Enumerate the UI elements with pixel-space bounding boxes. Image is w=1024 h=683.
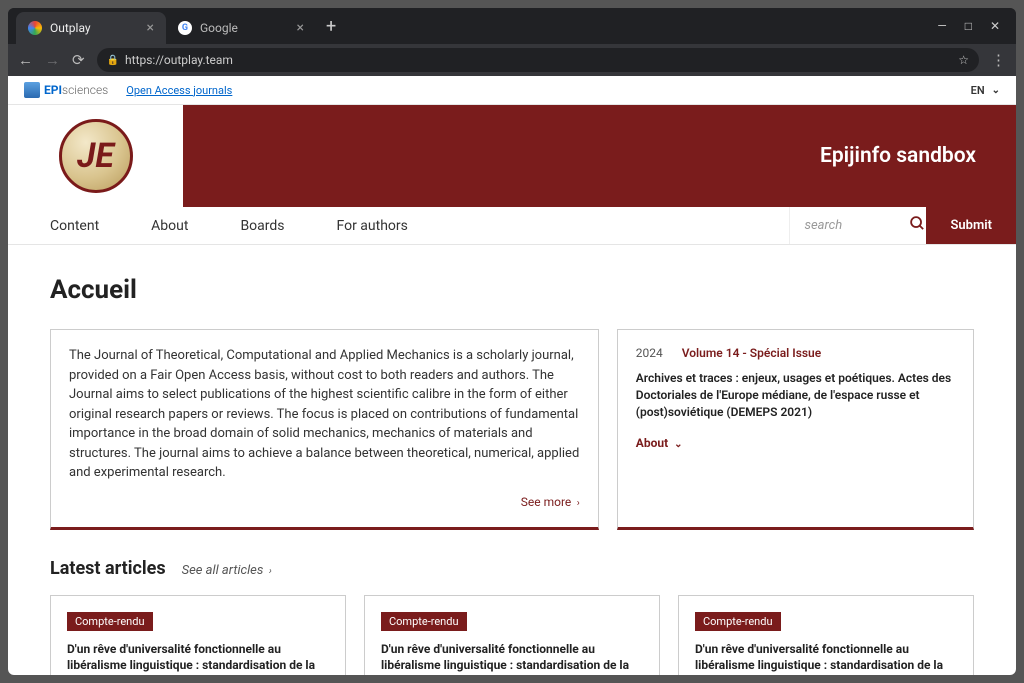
search-icon[interactable] bbox=[909, 215, 926, 236]
minimize-icon[interactable]: — bbox=[937, 19, 946, 33]
journal-intro-card: The Journal of Theoretical, Computationa… bbox=[50, 329, 599, 530]
language-switcher[interactable]: EN ⌄ bbox=[971, 84, 1000, 97]
article-card[interactable]: Compte-rendu D'un rêve d'universalité fo… bbox=[50, 595, 346, 676]
address-bar: ← → ⟳ 🔒 https://outplay.team ☆ ⋮ bbox=[8, 44, 1016, 76]
about-label: About bbox=[636, 436, 668, 450]
see-all-articles-link[interactable]: See all articles › bbox=[182, 563, 272, 578]
brand-prefix: EPI bbox=[44, 83, 62, 97]
article-card[interactable]: Compte-rendu D'un rêve d'universalité fo… bbox=[364, 595, 660, 676]
site-title: Epijinfo sandbox bbox=[820, 144, 976, 168]
forward-icon[interactable]: → bbox=[45, 51, 60, 69]
url-input[interactable]: 🔒 https://outplay.team ☆ bbox=[97, 48, 979, 72]
url-text: https://outplay.team bbox=[125, 53, 233, 67]
site-banner: JE Epijinfo sandbox bbox=[8, 105, 1016, 207]
page-title: Accueil bbox=[50, 275, 974, 305]
chevron-right-icon: › bbox=[266, 566, 271, 577]
submit-button[interactable]: Submit bbox=[926, 207, 1016, 244]
browser-tab-outplay[interactable]: Outplay × bbox=[16, 12, 166, 44]
chevron-down-icon: ⌄ bbox=[674, 439, 682, 450]
banner-title-area: Epijinfo sandbox bbox=[183, 105, 1016, 207]
episciences-logo[interactable]: EPIsciences bbox=[24, 82, 108, 98]
menu-icon[interactable]: ⋮ bbox=[991, 51, 1006, 69]
reload-icon[interactable]: ⟳ bbox=[72, 51, 85, 69]
chevron-down-icon: ⌄ bbox=[992, 85, 1000, 96]
volume-link[interactable]: Volume 14 - Spécial Issue bbox=[682, 346, 821, 360]
see-more-label: See more bbox=[521, 495, 572, 509]
top-utility-bar: EPIsciences Open Access journals EN ⌄ bbox=[8, 76, 1016, 105]
tab-title: Google bbox=[200, 21, 238, 35]
browser-tab-google[interactable]: G Google × bbox=[166, 12, 316, 44]
logo-container: JE bbox=[8, 105, 183, 207]
menu-for-authors[interactable]: For authors bbox=[311, 218, 434, 234]
back-icon[interactable]: ← bbox=[18, 51, 33, 69]
search-placeholder: search bbox=[804, 218, 842, 233]
close-window-icon[interactable]: ✕ bbox=[990, 19, 1000, 33]
article-badge: Compte-rendu bbox=[695, 612, 781, 631]
article-title: D'un rêve d'universalité fonctionnelle a… bbox=[695, 641, 957, 676]
article-card[interactable]: Compte-rendu D'un rêve d'universalité fo… bbox=[678, 595, 974, 676]
tab-favicon bbox=[28, 21, 42, 35]
volume-year: 2024 bbox=[636, 346, 663, 360]
brand-suffix: sciences bbox=[62, 83, 108, 97]
see-all-label: See all articles bbox=[182, 563, 264, 578]
intro-body: The Journal of Theoretical, Computationa… bbox=[69, 346, 580, 483]
page-content: EPIsciences Open Access journals EN ⌄ JE… bbox=[8, 76, 1016, 675]
main-content: Accueil The Journal of Theoretical, Comp… bbox=[8, 245, 1016, 675]
latest-heading: Latest articles bbox=[50, 558, 166, 579]
menu-boards[interactable]: Boards bbox=[214, 218, 310, 234]
latest-articles-header: Latest articles See all articles › bbox=[50, 558, 974, 579]
browser-window: Outplay × G Google × + — □ ✕ ← → ⟳ 🔒 htt… bbox=[8, 8, 1016, 675]
volume-about-link[interactable]: About ⌄ bbox=[636, 436, 683, 450]
lang-label: EN bbox=[971, 84, 985, 97]
article-badge: Compte-rendu bbox=[381, 612, 467, 631]
logo-letters: JE bbox=[77, 136, 114, 176]
lock-icon: 🔒 bbox=[107, 55, 119, 66]
article-badge: Compte-rendu bbox=[67, 612, 153, 631]
window-controls: — □ ✕ bbox=[937, 19, 1008, 33]
maximize-icon[interactable]: □ bbox=[965, 19, 972, 33]
episciences-icon bbox=[24, 82, 40, 98]
tab-bar: Outplay × G Google × + — □ ✕ bbox=[8, 8, 1016, 44]
see-more-link[interactable]: See more › bbox=[69, 493, 580, 511]
menu-about[interactable]: About bbox=[125, 218, 214, 234]
chevron-right-icon: › bbox=[574, 498, 579, 509]
star-icon[interactable]: ☆ bbox=[958, 53, 969, 67]
volume-card: 2024 Volume 14 - Spécial Issue Archives … bbox=[617, 329, 974, 530]
tab-title: Outplay bbox=[50, 21, 91, 35]
search-box[interactable]: search bbox=[789, 207, 909, 244]
close-icon[interactable]: × bbox=[297, 20, 304, 36]
article-title: D'un rêve d'universalité fonctionnelle a… bbox=[67, 641, 329, 676]
new-tab-button[interactable]: + bbox=[316, 16, 346, 37]
menu-content[interactable]: Content bbox=[50, 218, 125, 234]
tab-favicon: G bbox=[178, 21, 192, 35]
open-access-link[interactable]: Open Access journals bbox=[126, 84, 232, 97]
intro-row: The Journal of Theoretical, Computationa… bbox=[50, 329, 974, 530]
site-logo[interactable]: JE bbox=[59, 119, 133, 193]
main-menu: Content About Boards For authors search … bbox=[8, 207, 1016, 245]
article-title: D'un rêve d'universalité fonctionnelle a… bbox=[381, 641, 643, 676]
volume-title: Archives et traces : enjeux, usages et p… bbox=[636, 370, 955, 420]
article-carousel: Compte-rendu D'un rêve d'universalité fo… bbox=[50, 595, 974, 676]
close-icon[interactable]: × bbox=[147, 20, 154, 36]
